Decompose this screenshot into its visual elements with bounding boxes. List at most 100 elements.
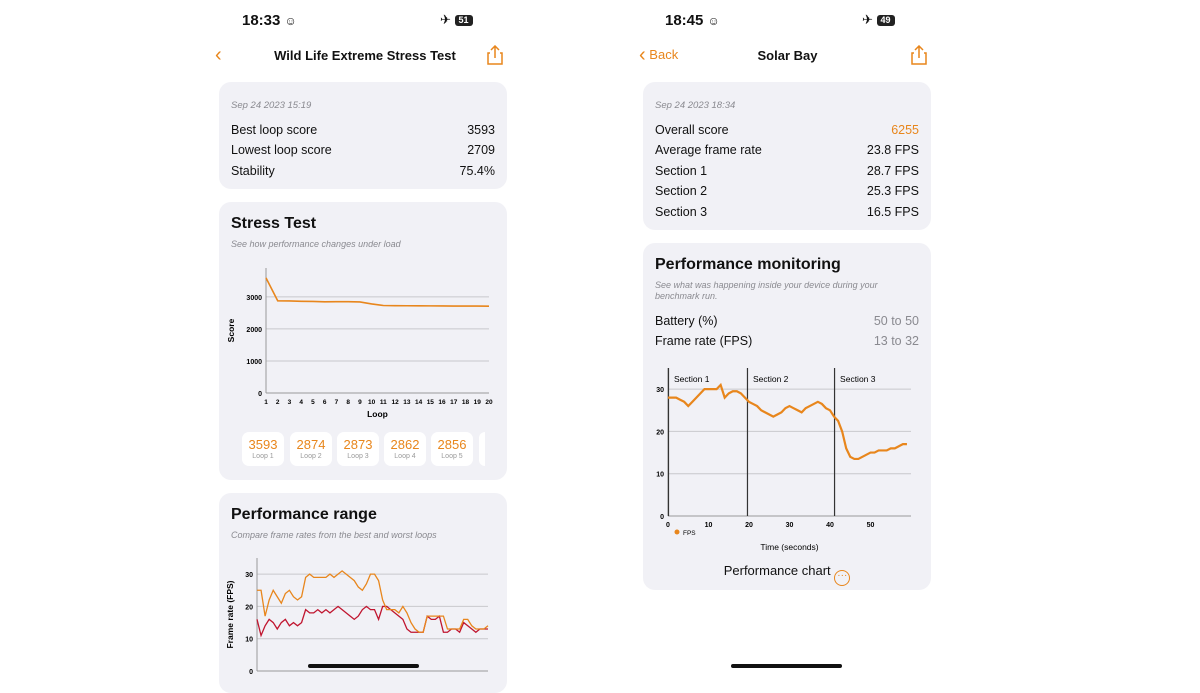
performance-chart-button[interactable]: Performance chart ··· — [643, 563, 931, 586]
row-value: 25.3 FPS — [866, 184, 919, 198]
button-label: Performance chart — [723, 563, 831, 578]
y-axis-label: Frame rate (FPS) — [225, 580, 235, 648]
row-value: 3593 — [467, 123, 495, 137]
chevron-left-icon: ‹ — [639, 44, 646, 66]
loop-pill[interactable]: 3593 Loop 1 — [242, 432, 284, 466]
loop-score: 3593 — [248, 437, 278, 452]
row-label: Best loop score — [231, 123, 318, 137]
y-tick-label: 0 — [660, 514, 664, 521]
battery-icon: 49 — [876, 15, 895, 27]
y-tick-label: 0 — [258, 391, 262, 398]
summary-row: Average frame rate 23.8 FPS — [655, 143, 919, 157]
loop-score: 2873 — [343, 437, 373, 452]
x-tick-label: 16 — [438, 399, 446, 406]
section-subtitle: Compare frame rates from the best and wo… — [231, 530, 437, 540]
x-tick-label: 3 — [288, 399, 292, 406]
x-tick-label: 17 — [450, 399, 458, 406]
row-label: Section 3 — [655, 205, 708, 219]
summary-card: Sep 24 2023 15:19 Best loop score 3593 Lo… — [219, 82, 507, 189]
home-indicator[interactable] — [731, 664, 842, 668]
x-tick-label: 5 — [311, 399, 315, 406]
x-tick-label: 12 — [391, 399, 399, 406]
fps-line — [668, 382, 907, 461]
x-tick-label: 7 — [335, 399, 339, 406]
y-tick-label: 10 — [245, 637, 253, 644]
status-time: 18:45 ☺ — [665, 12, 720, 29]
row-label: Frame rate (FPS) — [655, 334, 753, 348]
loop-score: 2862 — [390, 437, 420, 452]
x-tick-label: 10 — [705, 522, 713, 529]
summary-row: Lowest loop score 2709 — [231, 143, 495, 157]
focus-icon: ☺ — [707, 14, 720, 28]
x-axis-label: Time (seconds) — [760, 542, 818, 552]
score-line — [265, 277, 490, 307]
loop-pill[interactable]: 2856 Loop 5 — [431, 432, 473, 466]
share-icon[interactable] — [487, 45, 503, 65]
page-title: Solar Bay — [757, 48, 818, 63]
row-label: Section 2 — [655, 184, 708, 198]
section-title: Performance monitoring — [655, 256, 841, 273]
loop-pill-partial[interactable] — [479, 432, 485, 466]
section-title: Performance range — [231, 506, 377, 523]
back-button[interactable]: ‹ Back — [639, 44, 678, 67]
summary-row: Section 1 28.7 FPS — [655, 164, 919, 178]
y-tick-label: 30 — [245, 572, 253, 579]
airplane-icon: ✈ — [862, 12, 873, 27]
x-tick-label: 4 — [299, 399, 303, 406]
section-title: Stress Test — [231, 215, 317, 232]
summary-row: Section 2 25.3 FPS — [655, 184, 919, 198]
test-date: Sep 24 2023 15:19 — [231, 100, 312, 111]
summary-row: Section 3 16.5 FPS — [655, 205, 919, 219]
loop-pill[interactable]: 2862 Loop 4 — [384, 432, 426, 466]
loop-label: Loop 5 — [441, 453, 463, 460]
row-value: 23.8 FPS — [866, 143, 919, 157]
row-label: Overall score — [655, 123, 729, 137]
more-icon: ··· — [834, 570, 851, 586]
airplane-icon: ✈ — [440, 12, 451, 27]
loop-label: Loop 3 — [347, 453, 369, 460]
x-tick-label: 14 — [415, 399, 423, 406]
row-value: 16.5 FPS — [866, 205, 919, 219]
loop-score: 2856 — [437, 437, 467, 452]
x-axis-label: Loop — [367, 409, 388, 419]
loop-pill[interactable]: 2873 Loop 3 — [337, 432, 379, 466]
row-value: 2709 — [467, 143, 495, 157]
legend-dot — [674, 529, 680, 535]
x-tick-label: 10 — [368, 399, 376, 406]
test-date: Sep 24 2023 18:34 — [655, 100, 736, 111]
loop-label: Loop 4 — [394, 453, 416, 460]
share-icon[interactable] — [911, 45, 927, 65]
worst-loop-line — [256, 605, 488, 638]
loop-pill[interactable]: 2874 Loop 2 — [290, 432, 332, 466]
y-tick-label: 30 — [656, 387, 664, 394]
row-value: 28.7 FPS — [866, 164, 919, 178]
section-subtitle: See how performance changes under load — [231, 239, 401, 249]
y-tick-label: 20 — [245, 604, 253, 611]
status-time: 18:33 ☺ — [242, 12, 297, 29]
home-indicator[interactable] — [308, 664, 419, 668]
x-tick-label: 40 — [826, 522, 834, 529]
back-label: Back — [649, 47, 679, 62]
y-tick-label: 3000 — [246, 295, 262, 302]
row-label: Average frame rate — [655, 143, 762, 157]
row-value: 50 to 50 — [873, 314, 919, 328]
x-tick-label: 18 — [462, 399, 470, 406]
section-label: Section 1 — [674, 374, 710, 384]
row-label: Battery (%) — [655, 314, 718, 328]
page-title: Wild Life Extreme Stress Test — [274, 48, 456, 63]
battery-icon: 51 — [454, 15, 473, 27]
time-text: 18:33 — [242, 12, 281, 29]
monitor-row: Battery (%) 50 to 50 — [655, 314, 919, 328]
loop-label: Loop 1 — [252, 453, 274, 460]
x-tick-label: 20 — [485, 399, 493, 406]
x-tick-label: 30 — [786, 522, 794, 529]
x-tick-label: 50 — [867, 522, 875, 529]
section-label: Section 2 — [753, 374, 789, 384]
row-value: 13 to 32 — [873, 334, 919, 348]
back-chevron-icon[interactable]: ‹ — [215, 44, 222, 67]
y-tick-label: 20 — [656, 429, 664, 436]
x-tick-label: 6 — [323, 399, 327, 406]
section-subtitle: See what was happening inside your devic… — [655, 280, 878, 301]
time-text: 18:45 — [665, 12, 704, 29]
row-label: Stability — [231, 164, 275, 178]
